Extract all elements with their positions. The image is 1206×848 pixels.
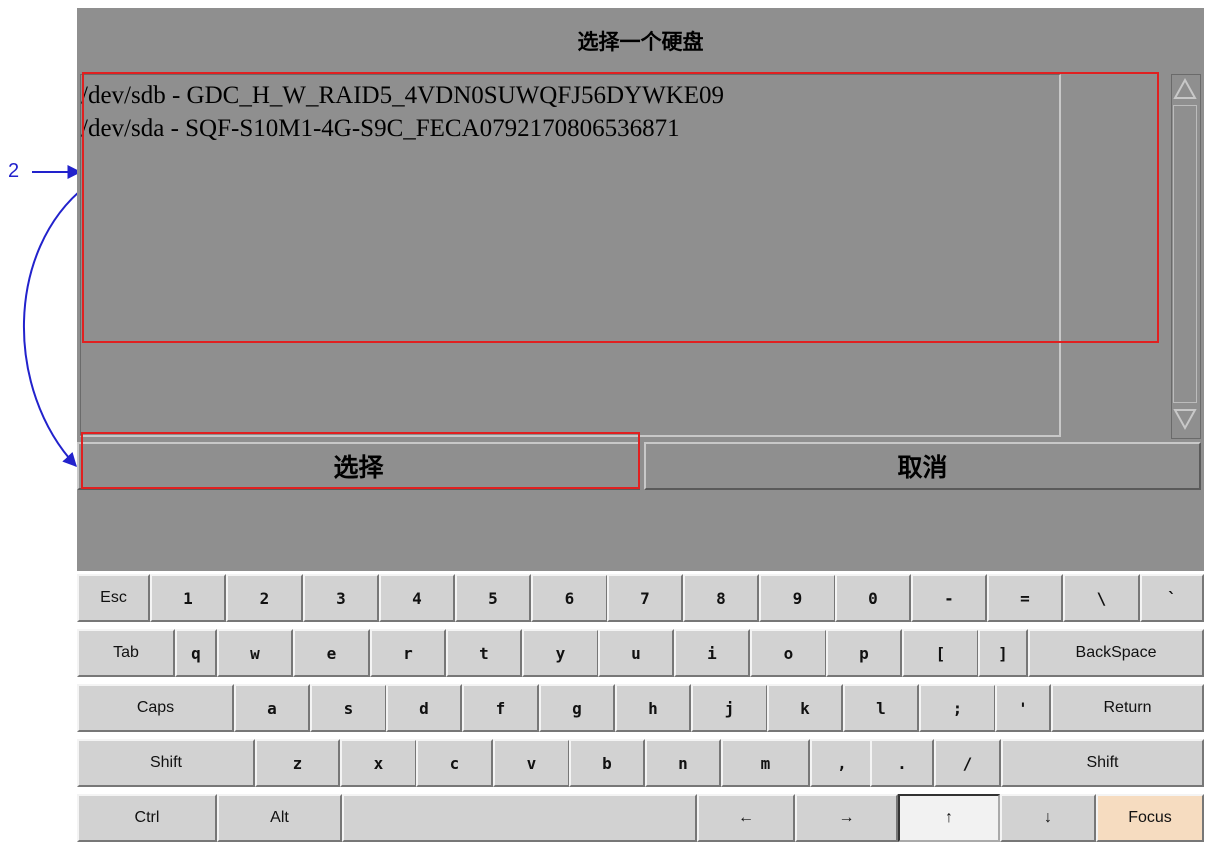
key-y[interactable]: y	[522, 629, 599, 677]
key-shift[interactable]: Shift	[77, 739, 255, 787]
key-tab[interactable]: Tab	[77, 629, 175, 677]
scroll-up-icon[interactable]	[1173, 77, 1197, 101]
key-j[interactable]: j	[691, 684, 768, 732]
key-slash[interactable]: /	[934, 739, 1001, 787]
key-n[interactable]: n	[645, 739, 721, 787]
key-left-arrow[interactable]: ←	[697, 794, 795, 842]
key-caps[interactable]: Caps	[77, 684, 234, 732]
key-w[interactable]: w	[217, 629, 293, 677]
key-ctrl[interactable]: Ctrl	[77, 794, 217, 842]
cancel-button[interactable]: 取消	[644, 442, 1201, 490]
key-a[interactable]: a	[234, 684, 310, 732]
key-5[interactable]: 5	[455, 574, 531, 622]
key-u[interactable]: u	[598, 629, 674, 677]
key-3[interactable]: 3	[303, 574, 379, 622]
disk-list-highlight	[82, 72, 1159, 343]
key-s[interactable]: s	[310, 684, 387, 732]
key-c[interactable]: c	[416, 739, 493, 787]
key-9[interactable]: 9	[759, 574, 836, 622]
key-backtick[interactable]: `	[1140, 574, 1204, 622]
key-7[interactable]: 7	[607, 574, 683, 622]
select-button-highlight	[81, 432, 640, 489]
cancel-button-label: 取消	[897, 453, 948, 482]
key-esc[interactable]: Esc	[77, 574, 150, 622]
key-1[interactable]: 1	[150, 574, 226, 622]
key-equals[interactable]: =	[987, 574, 1063, 622]
key-r[interactable]: r	[370, 629, 446, 677]
scroll-track[interactable]	[1173, 105, 1197, 403]
key-apostrophe[interactable]: '	[995, 684, 1051, 732]
key-8[interactable]: 8	[683, 574, 759, 622]
key-k[interactable]: k	[767, 684, 843, 732]
key-space[interactable]	[342, 794, 697, 842]
key-semicolon[interactable]: ;	[919, 684, 996, 732]
key-d[interactable]: d	[386, 684, 462, 732]
key-6[interactable]: 6	[531, 574, 608, 622]
key-return[interactable]: Return	[1051, 684, 1204, 732]
key-z[interactable]: z	[255, 739, 340, 787]
key-g[interactable]: g	[539, 684, 615, 732]
key-focus[interactable]: Focus	[1096, 794, 1204, 842]
key-alt[interactable]: Alt	[217, 794, 342, 842]
key-v[interactable]: v	[493, 739, 570, 787]
key-l[interactable]: l	[843, 684, 919, 732]
key-right-arrow[interactable]: →	[795, 794, 898, 842]
key-up-arrow[interactable]: ↑	[898, 794, 1000, 842]
key-m[interactable]: m	[721, 739, 810, 787]
key-h[interactable]: h	[615, 684, 691, 732]
key-e[interactable]: e	[293, 629, 370, 677]
key-shift[interactable]: Shift	[1001, 739, 1204, 787]
key-x[interactable]: x	[340, 739, 417, 787]
key-backspace[interactable]: BackSpace	[1028, 629, 1204, 677]
key-down-arrow[interactable]: ↓	[1000, 794, 1096, 842]
key-minus[interactable]: -	[911, 574, 987, 622]
key-4[interactable]: 4	[379, 574, 455, 622]
key-b[interactable]: b	[569, 739, 645, 787]
key-2[interactable]: 2	[226, 574, 303, 622]
key-backslash[interactable]: \	[1063, 574, 1140, 622]
key-o[interactable]: o	[750, 629, 827, 677]
key-q[interactable]: q	[175, 629, 217, 677]
key-right-bracket[interactable]: ]	[978, 629, 1028, 677]
on-screen-keyboard: Esc 1 2 3 4 5 6 7 8 9 0- = \ ` Tab q w e r t y u i o p[] BackSpac…	[77, 571, 1204, 848]
key-0[interactable]: 0	[835, 574, 911, 622]
key-left-bracket[interactable]: [	[902, 629, 979, 677]
disk-list-scrollbar[interactable]	[1171, 74, 1201, 439]
scroll-down-icon[interactable]	[1173, 407, 1197, 431]
key-p[interactable]: p	[826, 629, 902, 677]
key-comma[interactable]: ,	[810, 739, 874, 787]
dialog-title: 选择一个硬盘	[577, 29, 704, 54]
key-t[interactable]: t	[446, 629, 522, 677]
key-i[interactable]: i	[674, 629, 750, 677]
key-period[interactable]: .	[870, 739, 934, 787]
key-f[interactable]: f	[462, 684, 539, 732]
